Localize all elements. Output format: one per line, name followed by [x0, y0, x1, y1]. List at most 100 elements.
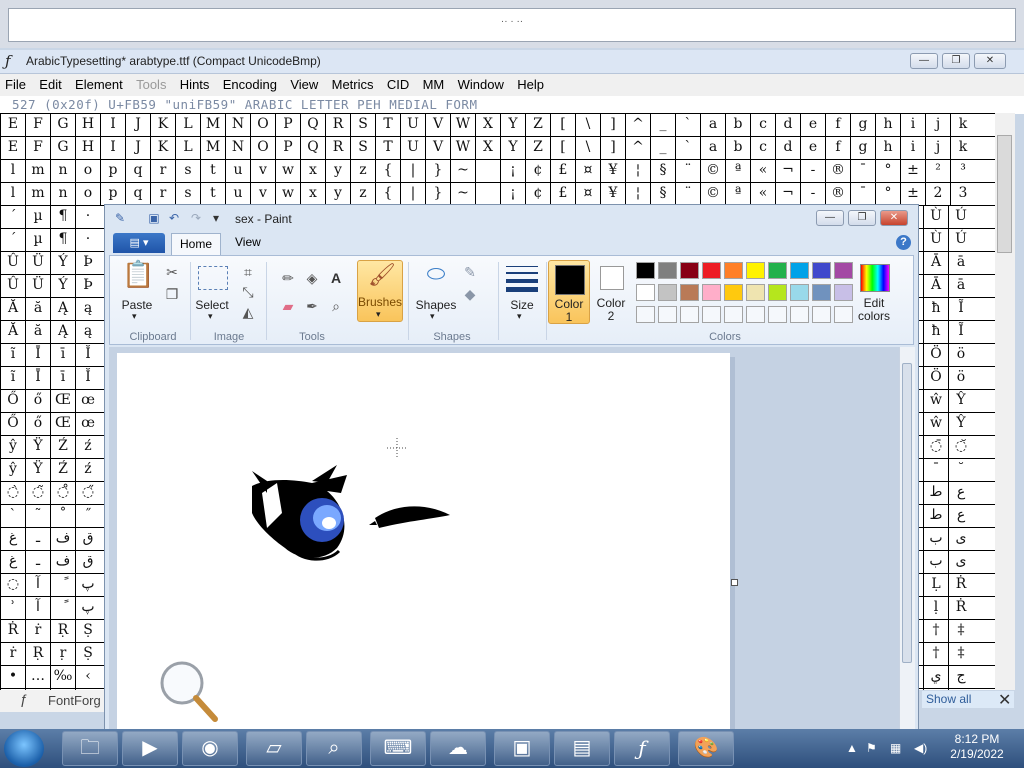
- glyph-cell[interactable]: ā: [948, 275, 973, 297]
- glyph-cell[interactable]: q: [125, 183, 150, 205]
- glyph-cell[interactable]: ī: [50, 367, 75, 389]
- glyph-cell[interactable]: b: [725, 137, 750, 159]
- paint-scroll-thumb[interactable]: [902, 363, 912, 663]
- palette-swatch-empty[interactable]: [636, 306, 655, 323]
- glyph-cell[interactable]: Ā: [923, 252, 948, 274]
- tray-network-icon[interactable]: ▦: [890, 741, 901, 755]
- glyph-cell[interactable]: ŵ: [923, 413, 948, 435]
- glyph-cell[interactable]: µ: [25, 206, 50, 228]
- glyph-cell[interactable]: N: [225, 114, 250, 136]
- glyph-cell[interactable]: N: [225, 137, 250, 159]
- glyph-cell[interactable]: }: [425, 160, 450, 182]
- glyph-cell[interactable]: ˋ: [0, 505, 25, 527]
- paint-close-button[interactable]: ✕: [880, 210, 908, 226]
- tray-flag-icon[interactable]: ⚑: [866, 741, 877, 755]
- glyph-cell[interactable]: ´: [0, 229, 25, 251]
- glyph-cell[interactable]: ◌: [0, 574, 25, 596]
- glyph-cell[interactable]: {: [375, 160, 400, 182]
- glyph-cell[interactable]: \: [575, 137, 600, 159]
- glyph-cell[interactable]: s: [175, 160, 200, 182]
- glyph-cell[interactable]: ṙ: [0, 643, 25, 665]
- glyph-cell[interactable]: o: [75, 183, 100, 205]
- glyph-cell[interactable]: 3: [950, 183, 975, 205]
- tray-volume-icon[interactable]: ◀): [914, 741, 927, 755]
- glyph-cell[interactable]: ]: [600, 137, 625, 159]
- glyph-cell[interactable]: Û: [0, 275, 25, 297]
- glyph-cell[interactable]: b: [725, 114, 750, 136]
- glyph-cell[interactable]: Ÿ: [25, 459, 50, 481]
- glyph-cell[interactable]: ً: [50, 597, 75, 619]
- glyph-cell[interactable]: k: [950, 137, 975, 159]
- palette-swatch-empty[interactable]: [658, 306, 677, 323]
- glyph-cell[interactable]: °: [875, 160, 900, 182]
- palette-swatch[interactable]: [768, 284, 787, 301]
- paste-dropdown-icon[interactable]: ▾: [132, 311, 137, 322]
- menu-encoding[interactable]: Encoding: [218, 74, 282, 92]
- glyph-cell[interactable]: Ü: [25, 252, 50, 274]
- close-icon[interactable]: ✕: [998, 690, 1011, 710]
- glyph-cell[interactable]: Ź: [50, 459, 75, 481]
- glyph-cell[interactable]: V: [425, 114, 450, 136]
- menu-help[interactable]: Help: [512, 74, 549, 92]
- glyph-cell[interactable]: ~: [450, 160, 475, 182]
- glyph-cell[interactable]: a: [700, 137, 725, 159]
- copy-icon[interactable]: ❐: [162, 284, 182, 304]
- glyph-cell[interactable]: ب: [923, 528, 948, 550]
- palette-swatch-empty[interactable]: [746, 306, 765, 323]
- glyph-cell[interactable]: Ý: [50, 275, 75, 297]
- glyph-cell[interactable]: ą: [75, 298, 100, 320]
- glyph-cell[interactable]: W: [450, 137, 475, 159]
- glyph-cell[interactable]: Ĩ: [948, 321, 973, 343]
- glyph-cell[interactable]: r: [150, 183, 175, 205]
- glyph-cell[interactable]: Ī: [25, 367, 50, 389]
- palette-swatch-empty[interactable]: [834, 306, 853, 323]
- color2-label[interactable]: Color: [592, 296, 630, 310]
- glyph-cell[interactable]: ḷ: [923, 597, 948, 619]
- glyph-cell[interactable]: آ: [25, 597, 50, 619]
- glyph-cell[interactable]: Ṙ: [948, 574, 973, 596]
- glyph-cell[interactable]: y: [325, 183, 350, 205]
- magnifier-icon[interactable]: ⌕: [326, 296, 346, 316]
- glyph-cell[interactable]: c: [750, 137, 775, 159]
- glyph-cell[interactable]: ¥: [600, 160, 625, 182]
- tab-home[interactable]: Home: [171, 233, 221, 255]
- glyph-cell[interactable]: ً: [50, 574, 75, 596]
- palette-swatch[interactable]: [702, 284, 721, 301]
- glyph-cell[interactable]: ṛ: [50, 643, 75, 665]
- glyph-cell[interactable]: Q: [300, 137, 325, 159]
- glyph-cell[interactable]: z: [350, 183, 375, 205]
- size-button[interactable]: Size: [502, 298, 542, 312]
- paint-file-menu-button[interactable]: ▤ ▾: [113, 233, 165, 253]
- glyph-cell[interactable]: |: [400, 183, 425, 205]
- glyph-cell[interactable]: c: [750, 114, 775, 136]
- glyph-cell[interactable]: M: [200, 114, 225, 136]
- shapes-dropdown-icon[interactable]: ▾: [430, 311, 435, 322]
- glyph-cell[interactable]: f: [825, 137, 850, 159]
- glyph-cell[interactable]: ع: [948, 505, 973, 527]
- glyph-cell[interactable]: ŷ: [0, 459, 25, 481]
- glyph-cell[interactable]: ¥: [600, 183, 625, 205]
- glyph-cell[interactable]: ħ: [923, 298, 948, 320]
- glyph-cell[interactable]: ·: [75, 206, 100, 228]
- menu-hints[interactable]: Hints: [175, 74, 215, 92]
- palette-swatch[interactable]: [636, 262, 655, 279]
- glyph-cell[interactable]: u: [225, 183, 250, 205]
- glyph-cell[interactable]: ـ: [25, 551, 50, 573]
- glyph-cell[interactable]: œ: [75, 390, 100, 412]
- glyph-cell[interactable]: t: [200, 160, 225, 182]
- shapes-icon[interactable]: ⬭: [422, 263, 450, 292]
- fontforge-scrollbar[interactable]: [995, 113, 1015, 690]
- glyph-cell[interactable]: ي: [923, 689, 948, 690]
- glyph-cell[interactable]: [: [550, 114, 575, 136]
- canvas-resize-handle[interactable]: [731, 579, 738, 586]
- paint-scrollbar[interactable]: [899, 347, 915, 733]
- help-icon[interactable]: ?: [896, 235, 911, 250]
- glyph-cell[interactable]: ¬: [775, 160, 800, 182]
- glyph-cell[interactable]: Ĭ: [75, 367, 100, 389]
- glyph-cell[interactable]: ©: [700, 183, 725, 205]
- glyph-cell[interactable]: P: [275, 114, 300, 136]
- glyph-cell[interactable]: ¬: [775, 183, 800, 205]
- glyph-cell[interactable]: ®: [825, 160, 850, 182]
- glyph-cell[interactable]: Ź: [50, 436, 75, 458]
- menu-cid[interactable]: CID: [382, 74, 414, 92]
